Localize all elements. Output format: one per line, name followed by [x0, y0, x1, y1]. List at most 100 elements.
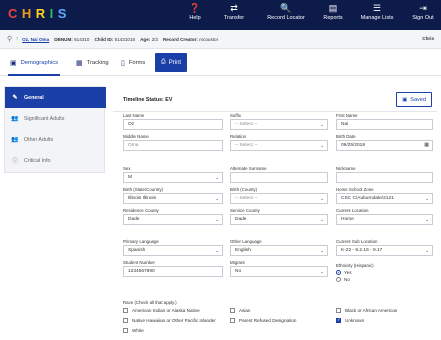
- middle-name-input[interactable]: Oma: [123, 140, 223, 151]
- saved-button[interactable]: ▣ Saved: [396, 92, 432, 107]
- divider: [113, 111, 437, 112]
- patient-info-bar: ⚲ › Oz, Nai Oma DBNUM: 614310 Child ID: …: [0, 30, 441, 49]
- sidebar-item-critical-info[interactable]: ⓘ Critical Info: [5, 150, 106, 171]
- first-name-field: First Name Nai: [336, 113, 433, 130]
- tab-demographics[interactable]: ▣ Demographics: [8, 56, 60, 76]
- ethnicity-no-option[interactable]: No: [336, 276, 374, 283]
- logo-letter: I: [49, 6, 58, 21]
- chevron-down-icon: ⌄: [320, 196, 324, 201]
- home-school-zone-select[interactable]: CSC C/Auburndale/2121 ⌄: [336, 193, 433, 204]
- sidebar-item-label: Critical Info: [24, 157, 51, 164]
- chris-logo[interactable]: CHRIS: [8, 6, 71, 21]
- middle-name-field: Middle Name Oma: [123, 134, 223, 151]
- residence-county-field: Residence County Dade ⌄: [123, 208, 223, 225]
- student-number-input[interactable]: 1234567890: [123, 266, 223, 277]
- nav-reports[interactable]: ▤ Reports: [320, 3, 346, 27]
- chevron-down-icon: ⌄: [425, 248, 429, 253]
- suffix-select[interactable]: -- Select -- ⌄: [230, 119, 328, 130]
- tab-label: Forms: [128, 59, 146, 66]
- nav-transfer[interactable]: ⇄ Transfer: [219, 3, 249, 27]
- sex-select[interactable]: M ⌄: [123, 172, 223, 183]
- nav-record-locator[interactable]: 🔍 Record Locator: [262, 3, 310, 27]
- checkbox[interactable]: [230, 318, 235, 323]
- print-label: Print: [168, 59, 182, 66]
- alternate-surname-input[interactable]: [230, 172, 328, 183]
- last-name-field: Last Name Oz: [123, 113, 223, 130]
- select-value: M: [128, 175, 132, 180]
- race-option-black[interactable]: Black or African American: [336, 308, 397, 313]
- birth-state-field: Birth (State/Country) Illinois Illinois ⌄: [123, 187, 223, 204]
- radio-label: Yes: [344, 270, 352, 275]
- birth-county-select[interactable]: -- Select -- ⌄: [230, 193, 328, 204]
- id-card-icon: ▣: [10, 59, 17, 67]
- residence-county-select[interactable]: Dade ⌄: [123, 214, 223, 225]
- race-option-american-indian[interactable]: American Indian or Alaska Native: [123, 308, 200, 313]
- race-title: Race (Check all that apply.): [123, 300, 177, 305]
- users-icon: 👥: [11, 137, 19, 143]
- migrant-field: Migrant No ⌄: [230, 260, 328, 277]
- child-id-value: 61431016: [114, 36, 136, 42]
- race-option-asian[interactable]: Asian: [230, 308, 251, 313]
- sidebar-item-general[interactable]: ✎ General: [5, 87, 106, 108]
- primary-language-field: Primary Language Spanish ⌄: [123, 239, 223, 256]
- birth-date-input[interactable]: 09/25/2018 ▦: [336, 140, 433, 151]
- radio-yes[interactable]: [336, 270, 341, 275]
- select-value: K-22 - 9.2.16 - 9.17: [341, 248, 383, 253]
- timeline-status: Timeline Status: EV: [123, 97, 173, 103]
- sidebar-item-other-adults[interactable]: 👥 Other Adults: [5, 129, 106, 150]
- race-option-native-hawaiian[interactable]: Native Hawaiian or Other Pacific Islande…: [123, 318, 216, 323]
- migrant-select[interactable]: No ⌄: [230, 266, 328, 277]
- last-name-input[interactable]: Oz: [123, 119, 223, 130]
- tab-forms[interactable]: ▯ Forms: [121, 56, 145, 69]
- sidebar-item-significant-adults[interactable]: 👥 Significant Adults: [5, 108, 106, 129]
- radio-no[interactable]: [336, 277, 341, 282]
- checkbox[interactable]: [336, 308, 341, 313]
- birth-state-select[interactable]: Illinois Illinois ⌄: [123, 193, 223, 204]
- calendar-icon[interactable]: ▦: [424, 141, 429, 150]
- nav-label: Reports: [323, 15, 343, 21]
- sidebar: ✎ General 👥 Significant Adults 👥 Other A…: [4, 86, 106, 173]
- service-county-select[interactable]: Dade ⌄: [230, 214, 328, 225]
- race-option-white[interactable]: White: [123, 328, 144, 333]
- nav-sign-out[interactable]: ⇥ Sign Out: [409, 3, 437, 27]
- current-location-field: Current Location Home ⌄: [336, 208, 433, 225]
- checkbox[interactable]: [336, 317, 341, 323]
- nav-manage-lists[interactable]: ☰ Manage Lists: [357, 3, 397, 27]
- checkbox[interactable]: [230, 308, 235, 313]
- print-button[interactable]: ⎙ Print: [155, 53, 187, 72]
- ethnicity-yes-option[interactable]: Yes: [336, 269, 374, 276]
- patient-name-link[interactable]: Oz, Nai Oma: [22, 37, 49, 42]
- chevron-down-icon: ⌄: [320, 122, 324, 127]
- current-location-select[interactable]: Home ⌄: [336, 214, 433, 225]
- search-icon[interactable]: ⚲: [7, 35, 12, 43]
- checkbox[interactable]: [123, 318, 128, 323]
- chevron-down-icon: ⌄: [320, 217, 324, 222]
- home-school-zone-field: Home School Zone CSC C/Auburndale/2121 ⌄: [336, 187, 433, 204]
- nickname-input[interactable]: [336, 172, 433, 183]
- nav-help[interactable]: ❓ Help: [184, 3, 206, 27]
- transfer-icon: ⇄: [230, 3, 238, 13]
- select-value: Spanish: [128, 248, 146, 253]
- checkbox[interactable]: [123, 328, 128, 333]
- race-option-parent-refused[interactable]: Parent Refused Designation: [230, 318, 296, 323]
- select-value: No: [235, 269, 242, 274]
- tab-tracking[interactable]: ▦ Tracking: [76, 56, 109, 69]
- select-value: -- Select --: [235, 143, 258, 148]
- chevron-right-icon: ›: [16, 36, 19, 42]
- relation-select[interactable]: -- Select -- ⌄: [230, 140, 328, 151]
- sidebar-item-label: Other Adults: [24, 136, 54, 143]
- primary-language-select[interactable]: Spanish ⌄: [123, 245, 223, 256]
- tab-label: Demographics: [20, 59, 58, 66]
- current-sub-location-select[interactable]: K-22 - 9.2.16 - 9.17 ⌄: [336, 245, 433, 256]
- other-language-select[interactable]: English ⌄: [230, 245, 328, 256]
- first-name-input[interactable]: Nai: [336, 119, 433, 130]
- chevron-down-icon: ⌄: [425, 196, 429, 201]
- age: Age: 2/3: [140, 37, 158, 42]
- student-number-field: Student Number 1234567890: [123, 260, 223, 277]
- checkbox[interactable]: [123, 308, 128, 313]
- select-value: CSC C/Auburndale/2121: [341, 196, 394, 201]
- race-option-unknown[interactable]: Unknown: [336, 317, 364, 323]
- select-value: -- Select --: [235, 122, 258, 127]
- radio-label: No: [344, 277, 350, 282]
- tab-bar: ▣ Demographics ▦ Tracking ▯ Forms ⎙ Prin…: [0, 49, 441, 76]
